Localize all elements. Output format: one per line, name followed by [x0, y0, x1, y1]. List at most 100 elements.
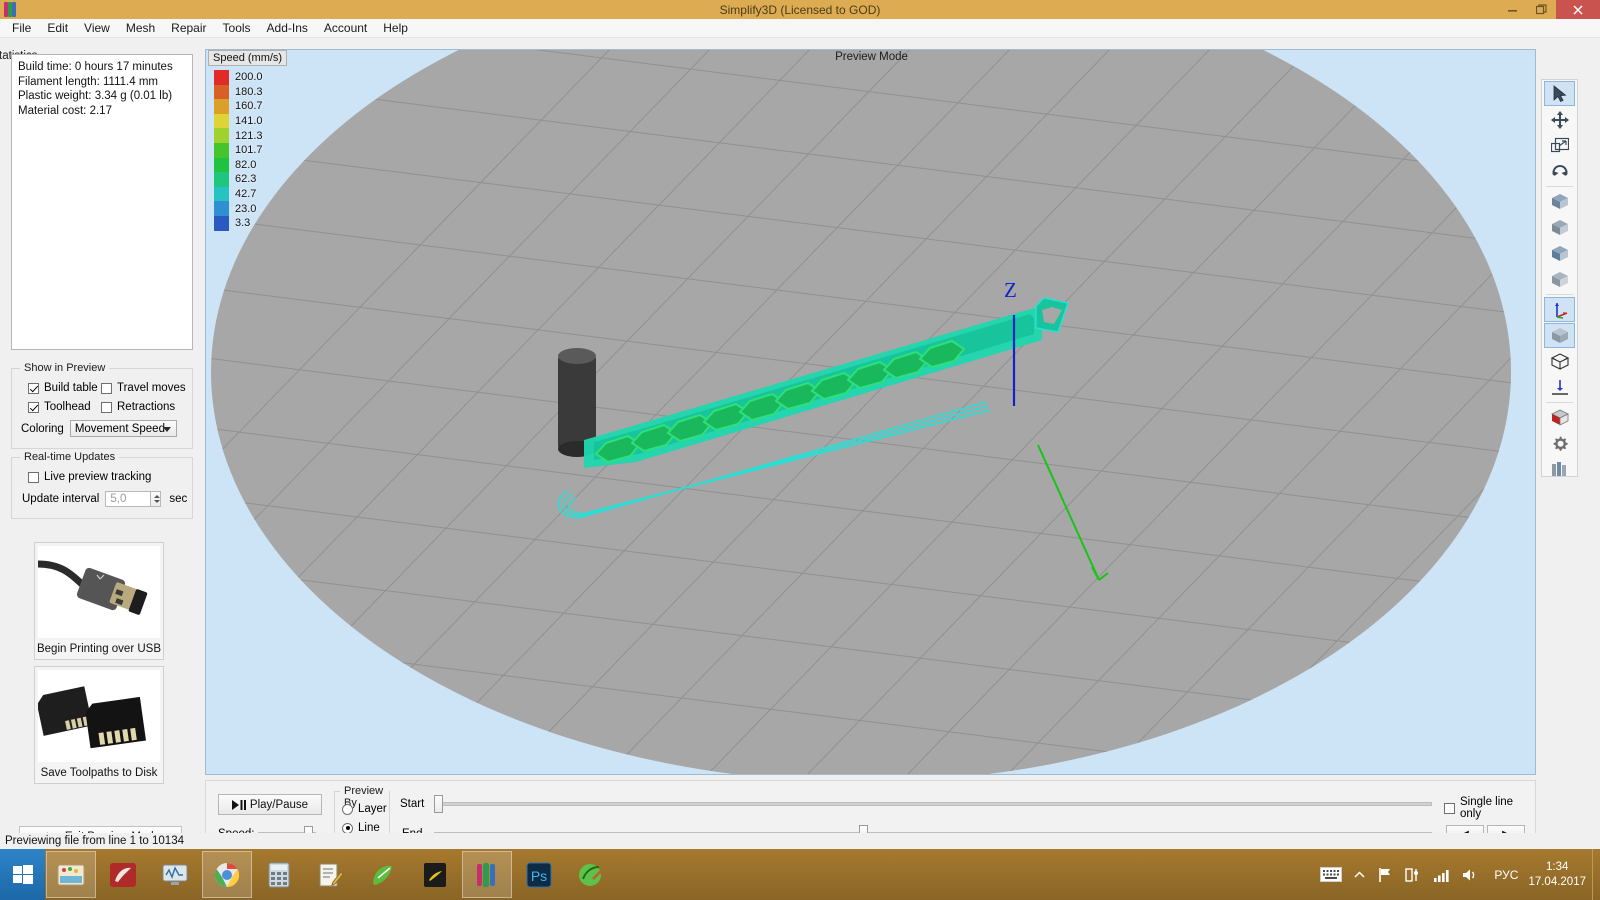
- menu-mesh[interactable]: Mesh: [118, 19, 163, 37]
- view-top-button[interactable]: [1544, 323, 1575, 348]
- update-interval-stepper[interactable]: 5,0: [105, 491, 162, 507]
- cross-section-button[interactable]: [1544, 405, 1575, 430]
- speed-legend-value: 23.0: [235, 202, 257, 215]
- clock-date: 17.04.2017: [1528, 875, 1586, 888]
- start-button[interactable]: [0, 849, 45, 900]
- clock-time: 1:34: [1546, 860, 1569, 873]
- wireframe-cube-icon: [1550, 353, 1569, 370]
- window-title: Simplify3D (Licensed to GOD): [719, 2, 881, 17]
- speed-legend-swatch: [214, 142, 229, 158]
- checkbox-live-preview-box: [28, 471, 39, 483]
- 3d-viewport[interactable]: Preview Mode Z Speed (mm/s) 200.0 180.3 …: [205, 49, 1536, 775]
- menu-account[interactable]: Account: [316, 19, 375, 37]
- speed-legend-value: 101.7: [235, 144, 263, 157]
- volume-icon[interactable]: [1462, 868, 1478, 882]
- coloring-label: Coloring: [21, 422, 64, 435]
- view-right-button[interactable]: [1544, 267, 1575, 292]
- wifi-icon[interactable]: [1433, 868, 1450, 882]
- filament-length: Filament length: 1111.4 mm: [18, 75, 158, 88]
- calculator-icon: [268, 862, 290, 887]
- photoshop-icon: Ps: [526, 862, 552, 887]
- taskbar-app-paint[interactable]: [566, 851, 616, 898]
- checkbox-travel-moves[interactable]: Travel moves: [101, 382, 186, 394]
- title-bar: Simplify3D (Licensed to GOD): [0, 0, 1600, 19]
- view-isometric-button[interactable]: [1544, 349, 1575, 374]
- show-in-preview-group: Show in Preview Build table Travel moves…: [11, 362, 193, 449]
- minimize-button[interactable]: [1498, 0, 1527, 19]
- taskbar-app-gimp[interactable]: [358, 851, 408, 898]
- taskbar-app-explorer[interactable]: [46, 851, 96, 898]
- language-indicator[interactable]: РУС: [1494, 868, 1518, 882]
- taskbar-app-solidworks[interactable]: [98, 851, 148, 898]
- taskbar-app-simplify3d[interactable]: [462, 851, 512, 898]
- move-tool-button[interactable]: [1544, 107, 1575, 132]
- menu-help[interactable]: Help: [375, 19, 416, 37]
- show-in-preview-title: Show in Preview: [20, 362, 110, 374]
- save-toolpaths-to-disk-button[interactable]: Save Toolpaths to Disk: [34, 666, 164, 784]
- settings-gear-button[interactable]: [1544, 431, 1575, 456]
- save-toolpaths-to-disk-label: Save Toolpaths to Disk: [40, 767, 158, 779]
- show-desktop-button[interactable]: [1592, 849, 1600, 900]
- network-flag-icon[interactable]: [1377, 867, 1393, 883]
- speed-legend-value: 200.0: [235, 71, 263, 84]
- stepper-arrows-icon[interactable]: [150, 491, 162, 507]
- checkbox-build-table-box: [28, 382, 39, 394]
- taskbar-app-calculator[interactable]: [254, 851, 304, 898]
- coloring-select[interactable]: Movement Speed: [69, 420, 177, 437]
- begin-printing-over-usb-button[interactable]: Begin Printing over USB: [34, 542, 164, 660]
- close-button[interactable]: [1556, 0, 1600, 19]
- start-slider[interactable]: [434, 802, 1432, 806]
- speed-legend-row: 121.3: [214, 128, 263, 143]
- keyboard-icon[interactable]: [1320, 867, 1343, 882]
- status-text: Previewing file from line 1 to 10134: [5, 835, 184, 847]
- checkbox-live-preview-tracking[interactable]: Live preview tracking: [28, 471, 151, 483]
- taskbar-app-photoshop[interactable]: Ps: [514, 851, 564, 898]
- speed-legend-value: 180.3: [235, 85, 263, 98]
- view-front-button[interactable]: [1544, 189, 1575, 214]
- window-controls: [1498, 0, 1600, 19]
- play-pause-button[interactable]: Play/Pause: [218, 794, 322, 815]
- radio-layer[interactable]: Layer: [342, 803, 387, 815]
- view-bottom-button[interactable]: [1544, 375, 1575, 400]
- scale-icon: [1550, 137, 1569, 153]
- maximize-button[interactable]: [1527, 0, 1556, 19]
- view-left-button[interactable]: [1544, 241, 1575, 266]
- select-tool-button[interactable]: [1544, 81, 1575, 106]
- menu-repair[interactable]: Repair: [163, 19, 214, 37]
- coloring-select-value: Movement Speed: [74, 422, 165, 435]
- clock[interactable]: 1:34 17.04.2017: [1528, 860, 1586, 890]
- menu-addins[interactable]: Add-Ins: [259, 19, 316, 37]
- checkbox-retractions[interactable]: Retractions: [101, 401, 175, 413]
- taskbar-app-editor[interactable]: [410, 851, 460, 898]
- checkbox-single-line-only[interactable]: Single line only: [1444, 796, 1535, 820]
- rotate-tool-button[interactable]: [1544, 159, 1575, 184]
- multi-part-button[interactable]: [1544, 457, 1575, 482]
- speed-legend-value: 3.3: [235, 217, 251, 230]
- scale-tool-button[interactable]: [1544, 133, 1575, 158]
- checkbox-toolhead-label: Toolhead: [44, 401, 91, 413]
- checkbox-retractions-label: Retractions: [117, 401, 176, 413]
- speed-legend-swatch: [214, 113, 229, 129]
- show-hidden-icons-button[interactable]: [1354, 870, 1365, 879]
- y-axis-line: [1037, 444, 1109, 581]
- chevron-up-icon: [1354, 870, 1365, 878]
- menu-edit[interactable]: Edit: [39, 19, 76, 37]
- start-slider-handle[interactable]: [434, 795, 443, 813]
- taskbar-app-monitor[interactable]: [150, 851, 200, 898]
- menu-file[interactable]: File: [4, 19, 39, 37]
- build-time: Build time: 0 hours 17 minutes: [18, 61, 173, 73]
- checkbox-toolhead[interactable]: Toolhead: [28, 401, 91, 413]
- taskbar-app-chrome[interactable]: [202, 851, 252, 898]
- notepad-icon: [319, 863, 344, 886]
- checkbox-build-table[interactable]: Build table: [28, 382, 98, 394]
- menu-view[interactable]: View: [76, 19, 118, 37]
- view-back-button[interactable]: [1544, 215, 1575, 240]
- move-arrows-icon: [1550, 110, 1569, 129]
- speed-legend-value: 141.0: [235, 115, 263, 128]
- view-axes-button[interactable]: [1544, 297, 1575, 322]
- taskbar-app-notepad[interactable]: [306, 851, 356, 898]
- checkbox-travel-moves-box: [101, 382, 112, 394]
- menu-tools[interactable]: Tools: [215, 19, 259, 37]
- checkbox-single-line-only-label: Single line only: [1460, 796, 1514, 820]
- action-center-icon[interactable]: [1405, 867, 1421, 883]
